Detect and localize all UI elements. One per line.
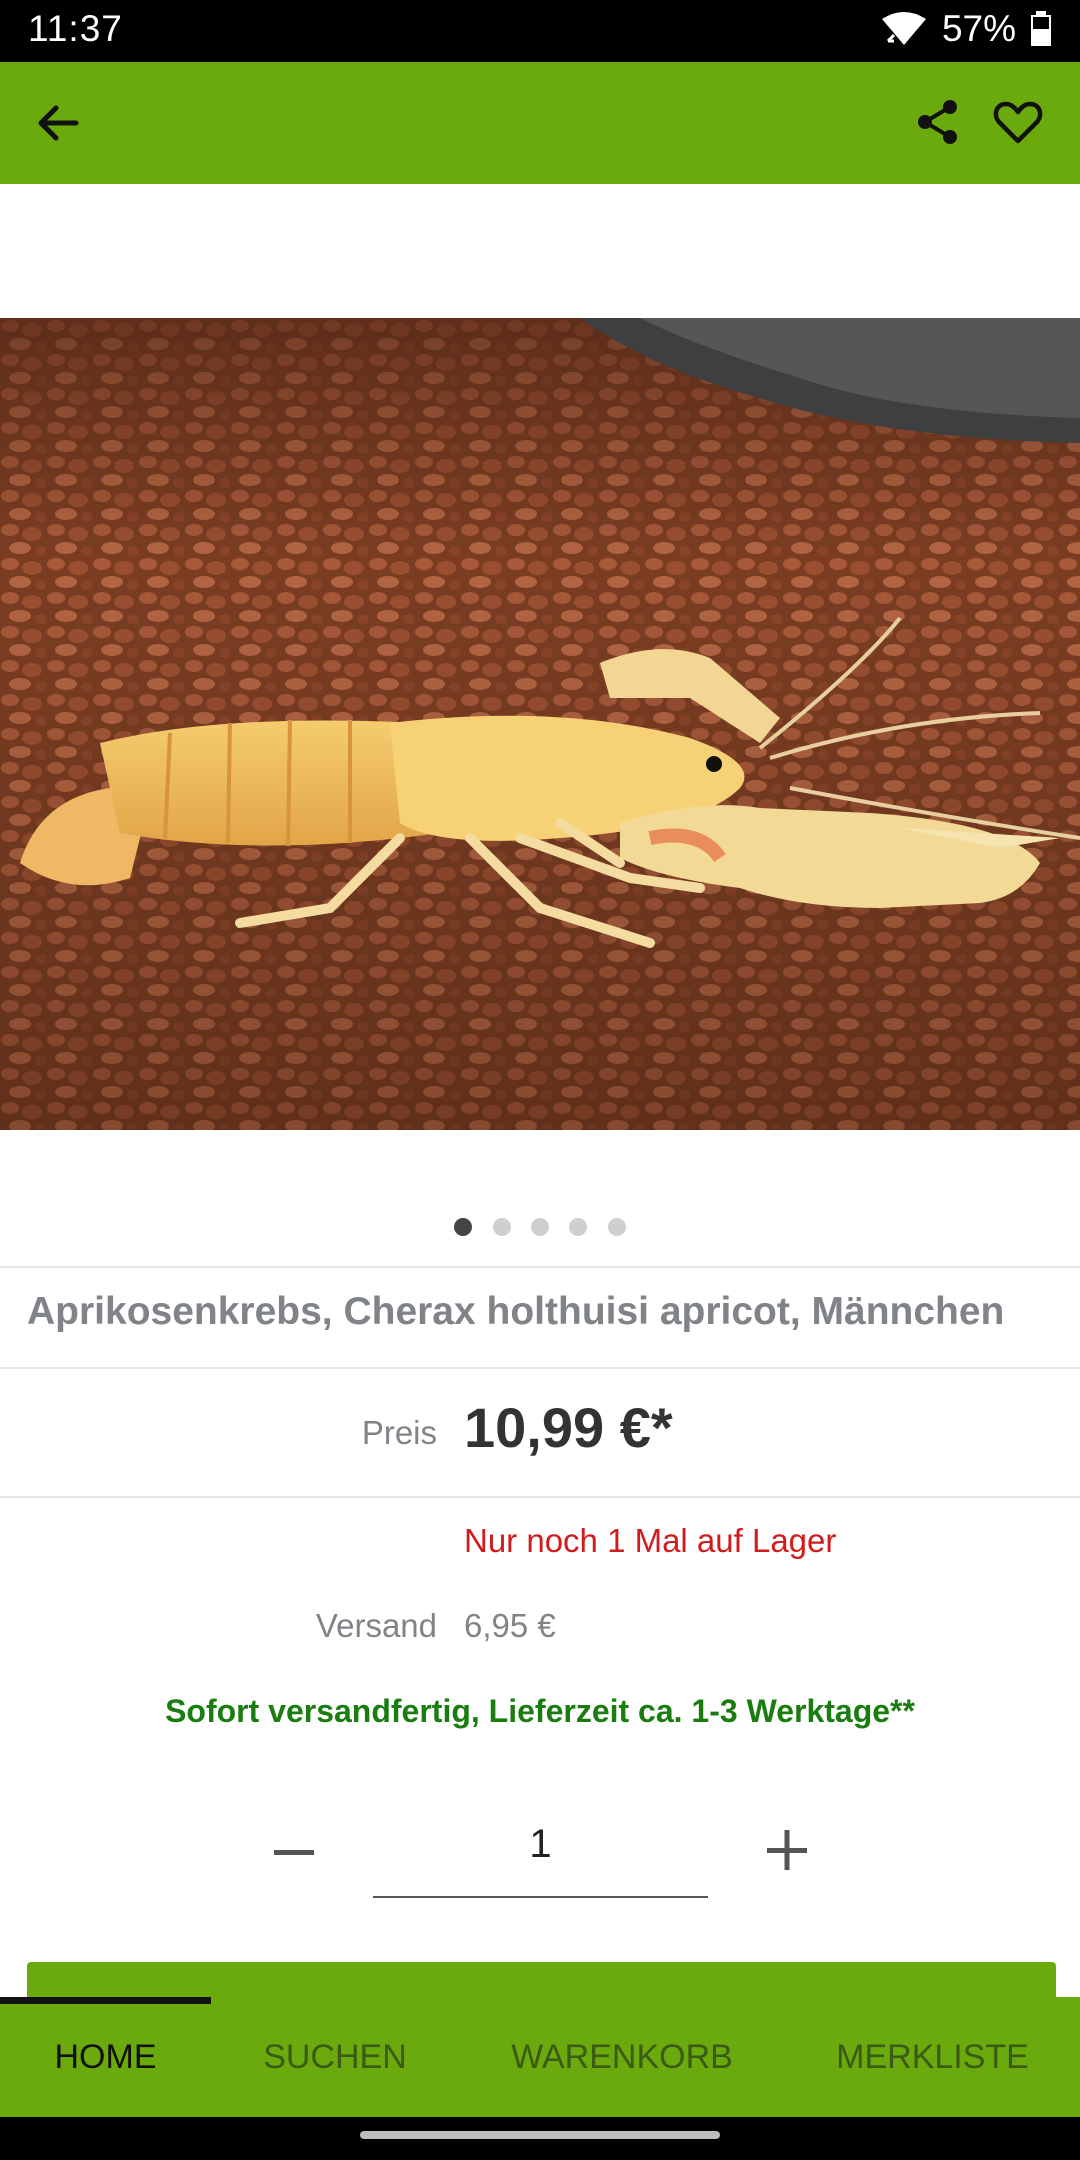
tab-home[interactable]: HOME: [0, 1997, 211, 2117]
tab-cart[interactable]: WARENKORB: [459, 1997, 785, 2117]
divider: [0, 1266, 1080, 1268]
tab-wishlist[interactable]: MERKLISTE: [785, 1997, 1080, 2117]
back-arrow-icon[interactable]: [30, 95, 86, 151]
pagination-dot[interactable]: [531, 1218, 549, 1236]
app-bar: [0, 62, 1080, 184]
tab-search[interactable]: SUCHEN: [211, 1997, 459, 2117]
wifi-icon: [881, 12, 926, 45]
battery-percent: 57%: [941, 8, 1016, 49]
delivery-note: Sofort versandfertig, Lieferzeit ca. 1-3…: [165, 1693, 915, 1729]
pagination-dot[interactable]: [454, 1218, 473, 1236]
system-navigation-bar: [0, 2117, 1080, 2160]
divider: [0, 1496, 1080, 1498]
share-icon[interactable]: [910, 94, 966, 150]
home-gesture-handle[interactable]: [360, 2131, 720, 2139]
status-bar: 11:37 57%: [0, 0, 1080, 62]
pagination-dot[interactable]: [569, 1218, 588, 1236]
status-time: 11:37: [28, 8, 123, 49]
price-label: Preis: [361, 1414, 437, 1451]
pagination-dot[interactable]: [607, 1218, 626, 1236]
decrease-quantity-button[interactable]: [270, 1828, 318, 1876]
product-image-gallery[interactable]: [0, 318, 1080, 1130]
add-to-cart-button[interactable]: [27, 1962, 1056, 2002]
product-photo: [0, 318, 1080, 1130]
heart-icon[interactable]: [990, 94, 1046, 150]
product-price: 10,99 €*: [464, 1396, 673, 1459]
divider: [0, 1367, 1080, 1369]
battery-icon: [1031, 11, 1051, 46]
bottom-navigation: HOME SUCHEN WARENKORB MERKLISTE: [0, 1997, 1080, 2117]
shipping-value: 6,95 €: [464, 1607, 556, 1644]
product-title: Aprikosenkrebs, Cherax holthuisi apricot…: [27, 1290, 1005, 1333]
increase-quantity-button[interactable]: [763, 1826, 811, 1874]
pagination-dot[interactable]: [492, 1218, 511, 1236]
quantity-input[interactable]: 1: [373, 1822, 708, 1898]
gallery-pagination: [0, 1218, 1080, 1238]
shipping-label: Versand: [315, 1607, 437, 1644]
stock-note: Nur noch 1 Mal auf Lager: [464, 1522, 837, 1559]
